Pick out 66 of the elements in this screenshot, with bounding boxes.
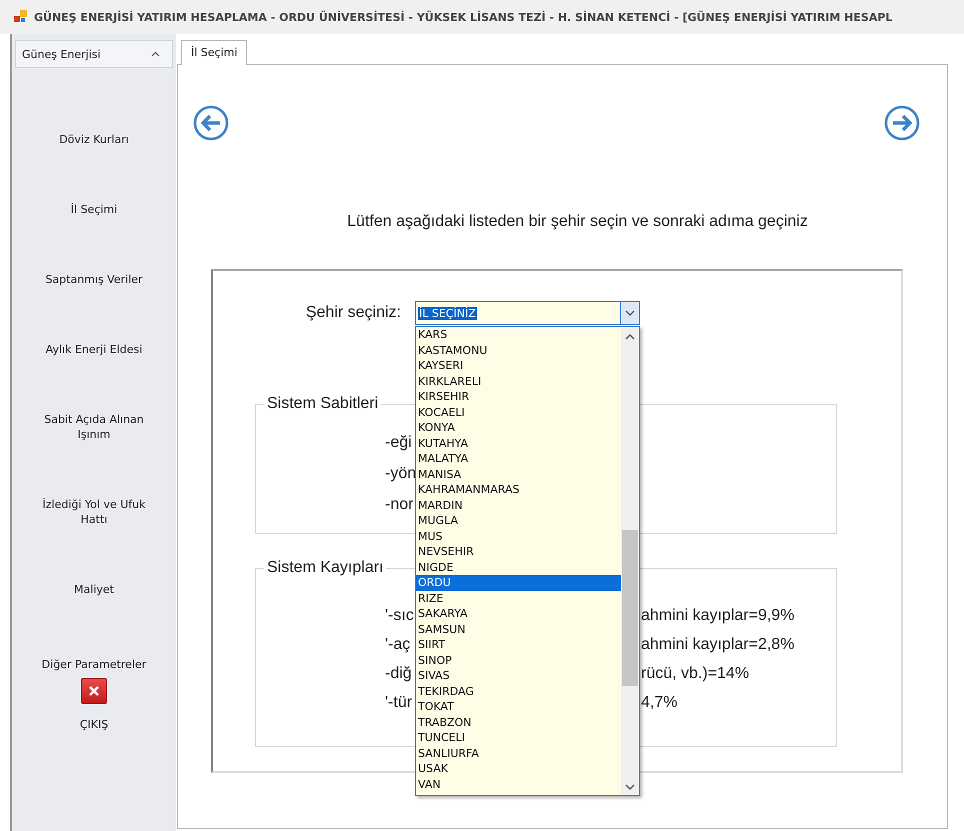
dropdown-item[interactable]: ORDU — [416, 575, 621, 590]
sidebar-title: Güneş Enerjisi — [22, 48, 101, 60]
dropdown-item[interactable]: SANLIURFA — [416, 746, 621, 761]
sidebar-item[interactable]: Sabit Açıda Alınan Işınım — [12, 384, 176, 469]
dropdown-item[interactable]: MANISA — [416, 466, 621, 482]
app-icon — [14, 10, 28, 24]
sidebar-item[interactable]: Diğer Parametreler — [12, 624, 176, 672]
dropdown-item[interactable]: KASTAMONU — [416, 342, 621, 358]
sidebar-item[interactable]: İl Seçimi — [12, 174, 176, 244]
dropdown-item[interactable]: TOKAT — [416, 699, 621, 714]
dropdown-item[interactable]: MUS — [416, 528, 621, 544]
scrollbar-thumb[interactable] — [622, 530, 638, 686]
group-line: ahmini kayıplar=9,9% — [641, 606, 794, 624]
close-icon — [88, 685, 100, 697]
sidebar-item[interactable]: İzlediği Yol ve Ufuk Hattı — [12, 469, 176, 554]
sidebar-header[interactable]: Güneş Enerjisi — [15, 40, 173, 68]
scroll-up-icon[interactable] — [625, 333, 635, 340]
sidebar-item[interactable]: Aylık Enerji Eldesi — [12, 314, 176, 384]
group-line: '-sıc — [385, 606, 415, 624]
dropdown-item[interactable]: SAMSUN — [416, 622, 621, 637]
dropdown-item[interactable]: KONYA — [416, 420, 621, 436]
group-line: -eği — [385, 434, 413, 452]
dropdown-item[interactable]: TRABZON — [416, 714, 621, 730]
group-line: -nor — [385, 496, 414, 514]
dropdown-item[interactable]: KIRSEHIR — [416, 389, 621, 404]
dropdown-item[interactable]: SIIRT — [416, 637, 621, 652]
group-line: 4,7% — [641, 694, 678, 712]
instruction-text: Lütfen aşağıdaki listeden bir şehir seçin ve sonraki adıma geçiniz — [346, 213, 809, 231]
dropdown-item[interactable]: SAKARYA — [416, 606, 621, 622]
dropdown-item[interactable]: KAYSERI — [416, 358, 621, 374]
scrollbar[interactable] — [621, 327, 639, 795]
chevron-up-icon — [151, 51, 160, 57]
dropdown-item[interactable]: TEKIRDAG — [416, 684, 621, 699]
group-title: Sistem Kayıpları — [264, 559, 386, 577]
exit-label: ÇIKIŞ — [80, 718, 108, 731]
dropdown-item[interactable]: VAN — [416, 776, 621, 792]
group-line: '-aç — [385, 636, 412, 654]
group-line: '-tür — [385, 694, 414, 712]
dropdown-item[interactable]: TUNCELI — [416, 730, 621, 746]
group-line: -diğ — [385, 664, 413, 682]
scroll-down-icon[interactable] — [625, 784, 635, 791]
dropdown-item[interactable]: MALATYA — [416, 451, 621, 466]
group-line: ahmini kayıplar=2,8% — [641, 636, 794, 654]
dropdown-item[interactable]: KAHRAMANMARAS — [416, 482, 621, 498]
window-title: GÜNEŞ ENERJİSİ YATIRIM HESAPLAMA - ORDU ÜNİVERSİTESİ - YÜKSEK LİSANS TEZİ - H. SİNAN KETENCİ - [GÜNEŞ ENERJİSİ YATIRIM HESAPL — [34, 10, 892, 24]
dropdown-item[interactable]: NIGDE — [416, 560, 621, 575]
dropdown-item[interactable]: KOCAELI — [416, 404, 621, 420]
exit-button[interactable] — [81, 678, 107, 704]
dropdown-item[interactable]: KARS — [416, 327, 621, 342]
dropdown-item[interactable]: NEVSEHIR — [416, 544, 621, 560]
dropdown-item[interactable]: KIRKLARELI — [416, 374, 621, 389]
group-line: -yön — [385, 464, 415, 482]
dropdown-item[interactable]: SINOP — [416, 652, 621, 668]
sidebar-item[interactable]: Döviz Kurları — [12, 104, 176, 174]
dropdown-item[interactable]: RIZE — [416, 590, 621, 606]
dropdown-item[interactable]: USAK — [416, 761, 621, 776]
sidebar-item[interactable]: Saptanmış Veriler — [12, 244, 176, 314]
dropdown-item[interactable]: MARDIN — [416, 498, 621, 513]
city-label: Şehir seçiniz: — [304, 304, 401, 322]
dropdown-item[interactable]: KUTAHYA — [416, 436, 621, 451]
city-combo-box[interactable]: İL SEÇİNİZ — [415, 301, 640, 325]
dropdown-item[interactable]: MUGLA — [416, 513, 621, 528]
dropdown-item[interactable]: SIVAS — [416, 668, 621, 684]
group-line: rücü, vb.)=14% — [641, 664, 750, 682]
tab[interactable]: İl Seçimi — [181, 40, 248, 65]
sidebar-item[interactable]: Maliyet — [12, 554, 176, 624]
